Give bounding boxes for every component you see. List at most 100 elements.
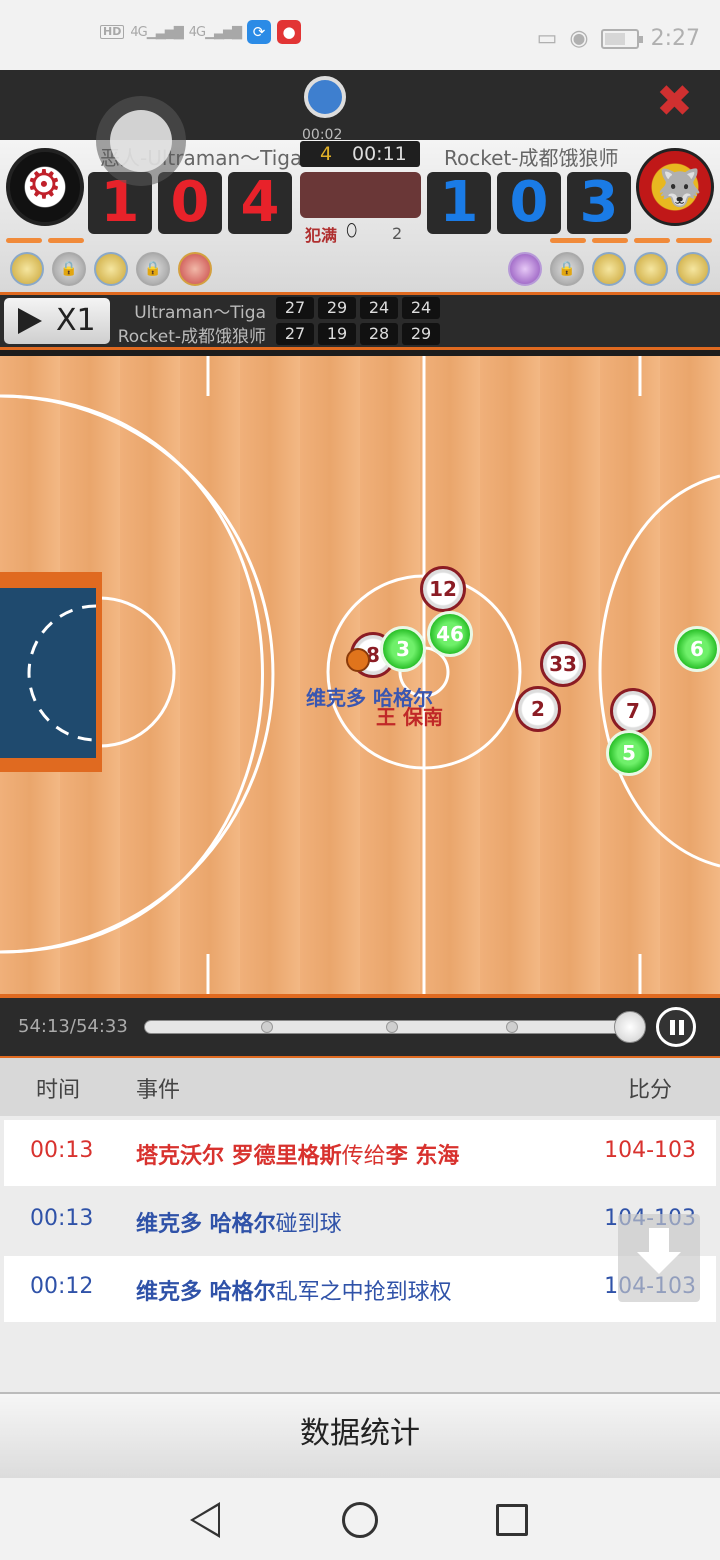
- player-marker[interactable]: 6: [674, 626, 720, 672]
- event-text: 塔克沃尔 罗德里格斯传给李 东海: [136, 1138, 459, 1170]
- stats-button[interactable]: 数据统计: [0, 1392, 720, 1478]
- away-score-digit: 1: [427, 172, 491, 234]
- game-clock: 4 00:11: [300, 141, 420, 167]
- player-marker[interactable]: 5: [606, 730, 652, 776]
- skill-badge-icon[interactable]: [94, 252, 128, 286]
- quarter-score-cell: 24: [360, 297, 398, 319]
- event-actor: 维克多 哈格尔: [136, 1212, 276, 1237]
- home-team-logo: [6, 148, 84, 226]
- header-event: 事件: [136, 1078, 181, 1103]
- quarter-score-cell: 27: [276, 323, 314, 345]
- quarter-score-cell: 19: [318, 323, 356, 345]
- event-actor: 维克多 哈格尔: [136, 1280, 276, 1305]
- quarter-score-cell: 29: [402, 323, 440, 345]
- away-team-logo: [636, 148, 714, 226]
- player-name-label: 王 保南: [376, 705, 443, 729]
- clock-time: 00:11: [352, 143, 407, 165]
- status-bar: HD 4G▁▃▅▇ 4G▁▃▅▇ ⟳ ● ▭ ◉ 2:27: [0, 0, 720, 70]
- hd-icon: HD: [100, 25, 125, 39]
- event-score: 104-103: [604, 1138, 696, 1163]
- basketball-icon: [346, 648, 370, 672]
- event-actor: 塔克沃尔 罗德里格斯: [136, 1144, 342, 1169]
- network-label: 4G: [188, 24, 206, 40]
- player-marker[interactable]: 12: [420, 566, 466, 612]
- away-badges: 🔒: [508, 252, 710, 286]
- player-marker[interactable]: 2: [515, 686, 561, 732]
- timeline-marker: [386, 1021, 398, 1033]
- away-score-digit: 0: [497, 172, 561, 234]
- eye-icon: ◉: [569, 26, 589, 51]
- quarter-score-cell: 29: [318, 297, 356, 319]
- home-badges: 🔒 🔒: [10, 252, 212, 286]
- event-row[interactable]: 00:13 塔克沃尔 罗德里格斯传给李 东海 104-103: [4, 1120, 716, 1186]
- basketball-court: 12 46 8 3 33 2 7 5 6 维克多 哈格尔 王 保南: [0, 356, 720, 994]
- event-row[interactable]: 00:13 维克多 哈格尔碰到球 104-103: [4, 1188, 716, 1254]
- back-icon[interactable]: [190, 1502, 220, 1538]
- event-verb: 传给: [341, 1144, 386, 1169]
- status-left: HD 4G▁▃▅▇ 4G▁▃▅▇ ⟳ ●: [100, 20, 302, 44]
- playback-time: 54:13/54:33: [18, 1016, 128, 1037]
- event-verb: 碰到球: [275, 1212, 342, 1237]
- timeline-marker: [506, 1021, 518, 1033]
- away-score-digit: 3: [567, 172, 631, 234]
- event-time: 00:12: [30, 1274, 94, 1299]
- home-score-digit: 4: [228, 172, 292, 234]
- home-timeout-bars: [6, 238, 84, 244]
- home-score-digit: 0: [158, 172, 222, 234]
- home-icon[interactable]: [342, 1502, 378, 1538]
- sync-app-icon: ⟳: [247, 20, 272, 44]
- mic-app-icon: ●: [277, 20, 302, 44]
- skill-badge-icon[interactable]: [10, 252, 44, 286]
- download-icon[interactable]: [618, 1214, 700, 1302]
- quarter-number: 4: [320, 143, 333, 165]
- skill-badge-icon[interactable]: [676, 252, 710, 286]
- cast-icon: ▭: [536, 26, 558, 51]
- lock-icon: 🔒: [136, 252, 170, 286]
- header-time: 时间: [36, 1078, 81, 1103]
- event-verb: 乱军之中抢到球权: [275, 1280, 452, 1305]
- quarter-team-name: Ultraman～Tiga: [134, 303, 266, 323]
- whistle-icon: ⬯: [346, 220, 358, 241]
- skill-badge-icon[interactable]: [178, 252, 212, 286]
- quarter-team-name: Rocket-成都饿狼师: [117, 327, 266, 347]
- player-marker[interactable]: 7: [610, 688, 656, 734]
- timeline-marker: [261, 1021, 273, 1033]
- event-text: 维克多 哈格尔乱军之中抢到球权: [136, 1274, 452, 1306]
- quarter-score-cell: 24: [402, 297, 440, 319]
- player-marker[interactable]: 3: [380, 626, 426, 672]
- status-right: ▭ ◉ 2:27: [537, 26, 700, 51]
- event-text: 维克多 哈格尔碰到球: [136, 1206, 342, 1238]
- signal-icon: 4G▁▃▅▇: [188, 24, 242, 40]
- away-team-name: Rocket-成都饿狼师: [444, 146, 619, 170]
- center-panel: [300, 172, 421, 218]
- signal-icon: 4G▁▃▅▇: [130, 24, 183, 40]
- event-time: 00:13: [30, 1138, 94, 1163]
- away-timeout-bars: [550, 238, 712, 244]
- event-time: 00:13: [30, 1206, 94, 1231]
- event-row[interactable]: 00:12 维克多 哈格尔乱军之中抢到球权 104-103: [4, 1256, 716, 1322]
- skill-badge-icon[interactable]: [592, 252, 626, 286]
- pause-icon[interactable]: [656, 1007, 696, 1047]
- skill-badge-icon[interactable]: [508, 252, 542, 286]
- event-table-header: 时间 事件 比分: [0, 1058, 720, 1116]
- skill-badge-icon[interactable]: [634, 252, 668, 286]
- foul-label: 犯满: [305, 226, 338, 245]
- playback-slider-knob[interactable]: [614, 1011, 646, 1043]
- recent-apps-icon[interactable]: [496, 1504, 528, 1536]
- quarter-score-cell: 27: [276, 297, 314, 319]
- event-target: 李 东海: [385, 1144, 460, 1169]
- lock-icon: 🔒: [550, 252, 584, 286]
- floating-assist-button[interactable]: [96, 96, 186, 186]
- quarter-score-cell: 28: [360, 323, 398, 345]
- header-score: 比分: [628, 1078, 673, 1103]
- clock: 2:27: [650, 26, 700, 51]
- lock-icon: 🔒: [52, 252, 86, 286]
- play-icon: [18, 308, 42, 334]
- player-marker[interactable]: 46: [427, 611, 473, 657]
- foul-count: 2: [392, 224, 403, 243]
- record-button[interactable]: [304, 76, 346, 118]
- court-lines: [0, 356, 720, 994]
- close-icon[interactable]: ✖: [656, 80, 693, 124]
- player-marker[interactable]: 33: [540, 641, 586, 687]
- battery-icon: [600, 28, 643, 49]
